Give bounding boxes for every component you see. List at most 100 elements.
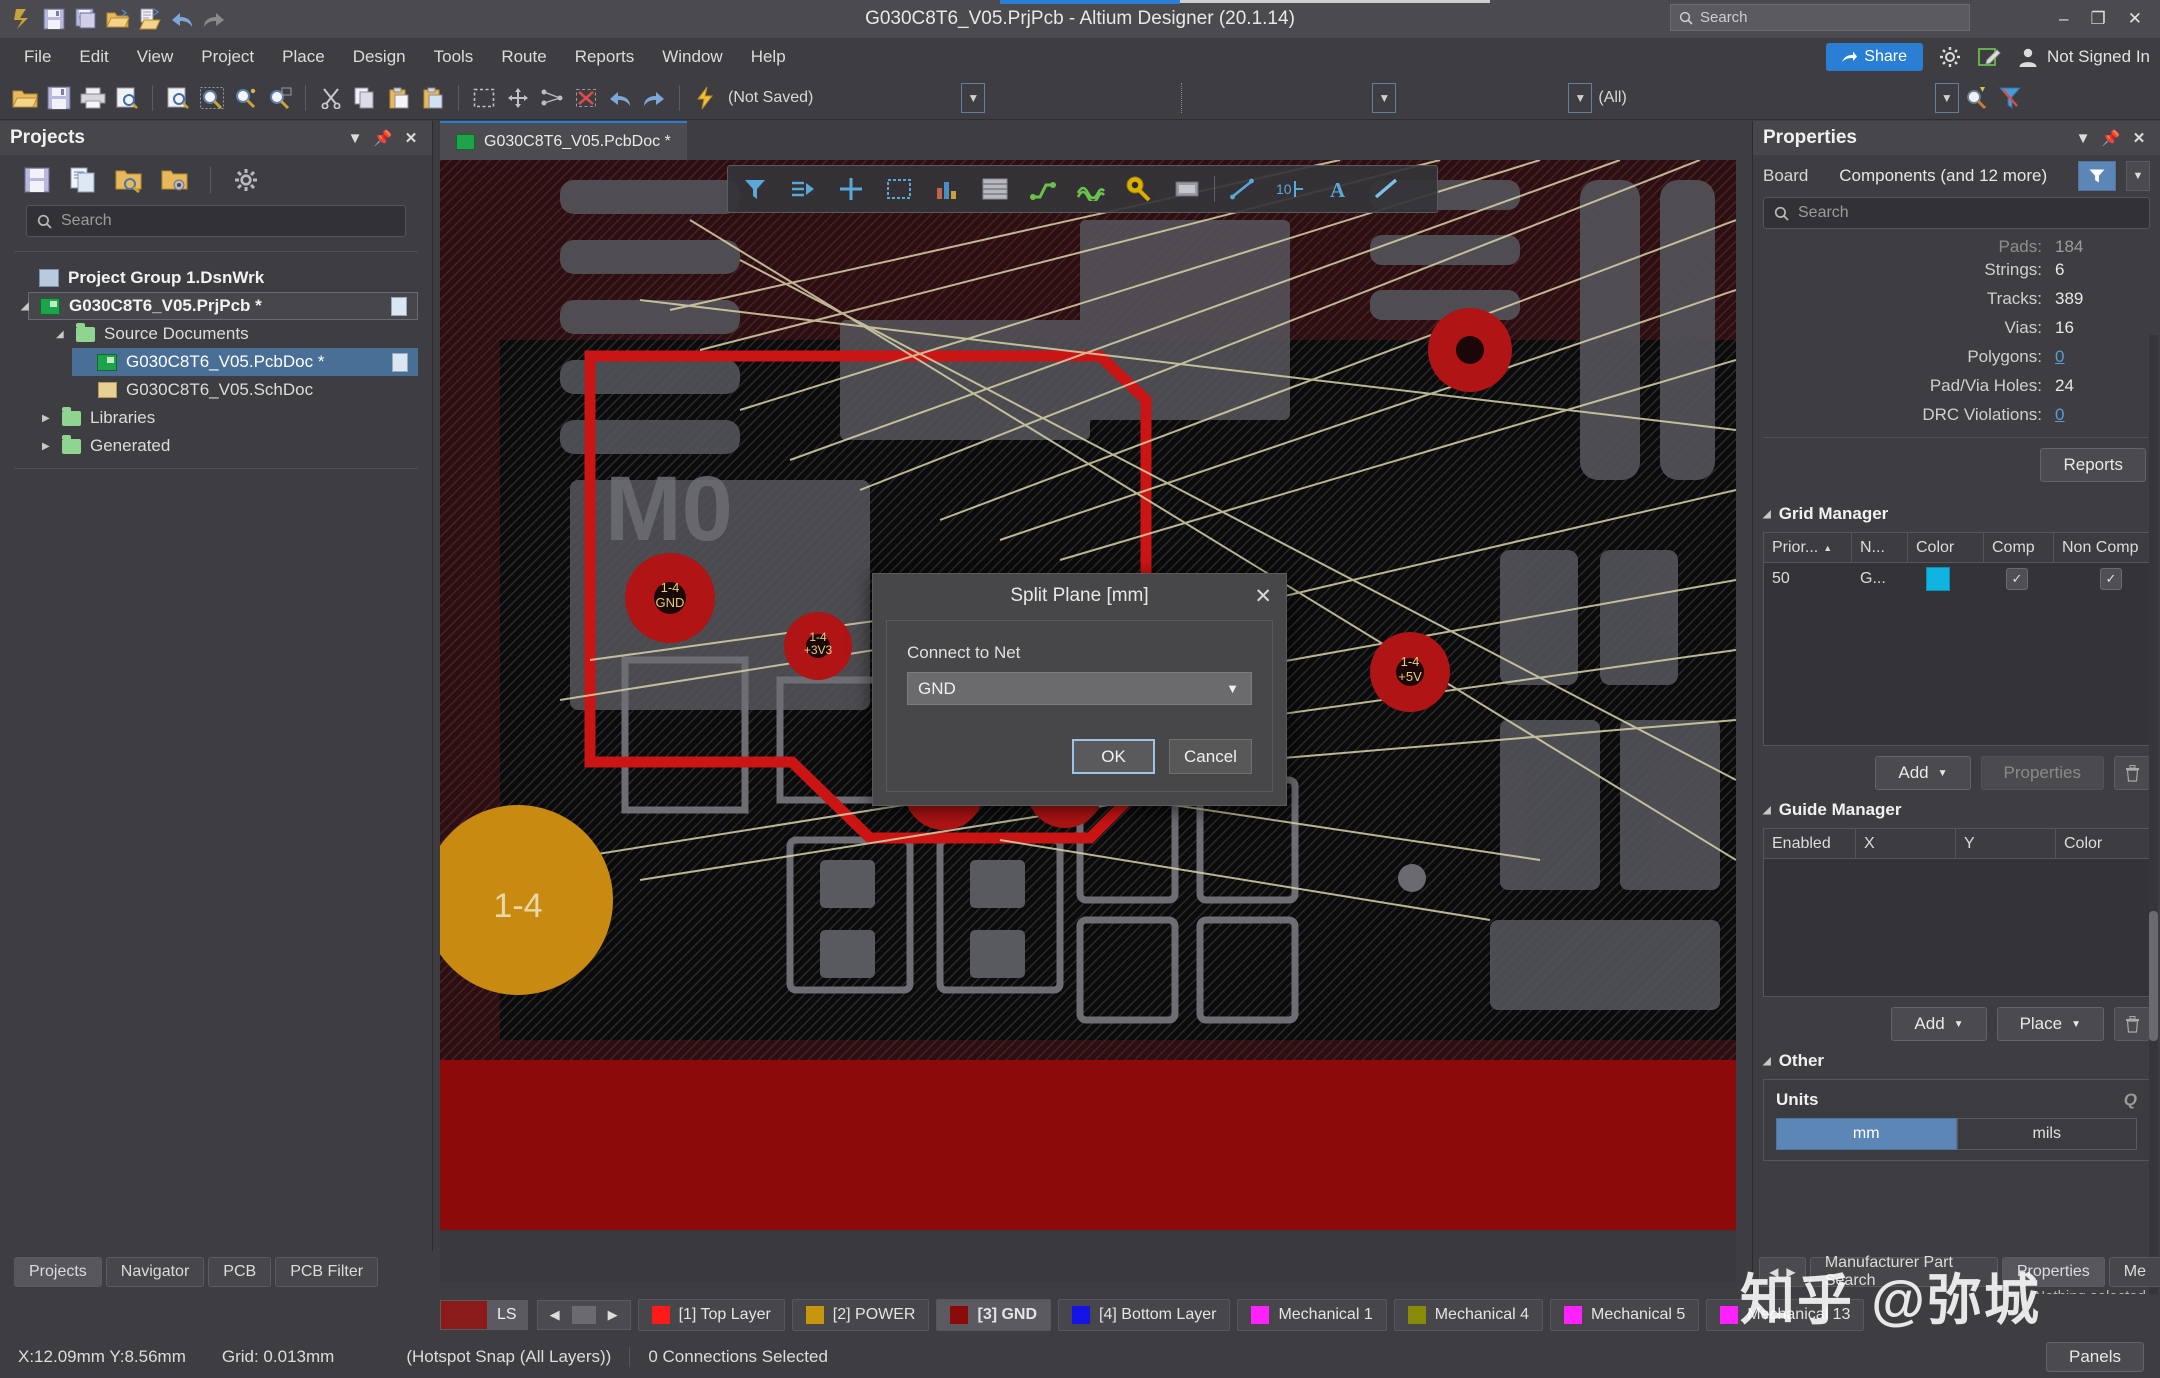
zoom-document-icon[interactable] — [161, 81, 195, 115]
column-priority[interactable]: Prior... ▲ — [1764, 532, 1852, 563]
menu-help[interactable]: Help — [737, 43, 800, 71]
tree-item-source-documents[interactable]: ◢ Source Documents — [50, 320, 418, 348]
layer-tab-top-layer[interactable]: [1] Top Layer — [637, 1299, 785, 1331]
tab-projects[interactable]: Projects — [14, 1257, 102, 1287]
select-rect-icon[interactable] — [878, 170, 920, 208]
mask-level-dropdown[interactable]: ▼ — [1934, 82, 1959, 113]
other-section-header[interactable]: ◢ Other — [1753, 1041, 2160, 1079]
layer-tab-gnd[interactable]: [3] GND — [936, 1299, 1052, 1331]
tab-navigator[interactable]: Navigator — [105, 1257, 205, 1287]
tree-expander[interactable]: ◢ — [56, 329, 72, 340]
units-option-mm[interactable]: mm — [1776, 1118, 1957, 1150]
menu-file[interactable]: File — [10, 43, 65, 71]
units-option-mils[interactable]: mils — [1956, 1118, 2137, 1150]
variant-dropdown[interactable]: ▼ — [961, 82, 986, 113]
guide-delete-icon[interactable] — [2114, 1007, 2150, 1041]
pin-icon[interactable]: 📌 — [2100, 129, 2122, 147]
layer-sets-chip[interactable]: LS — [440, 1300, 528, 1330]
save-all-icon[interactable] — [72, 5, 100, 33]
checkbox-checked-icon[interactable]: ✓ — [2006, 568, 2028, 590]
stat-value-link[interactable]: 0 — [2042, 347, 2142, 367]
pin-icon[interactable]: 📌 — [372, 129, 394, 147]
tree-item-libraries[interactable]: ▶ Libraries — [36, 404, 418, 432]
redo-toolbar-icon[interactable] — [637, 81, 671, 115]
save-icon[interactable] — [40, 5, 68, 33]
zoom-selection-icon[interactable] — [263, 81, 297, 115]
open-document-icon[interactable] — [136, 5, 164, 33]
cancel-button[interactable]: Cancel — [1169, 739, 1252, 774]
cell-non-comp[interactable]: ✓ — [2054, 563, 2149, 595]
layer-tab-mechanical-4[interactable]: Mechanical 4 — [1393, 1299, 1543, 1331]
variant-lightning-icon[interactable] — [688, 81, 722, 115]
minimize-button[interactable]: – — [2059, 9, 2068, 29]
column-comp[interactable]: Comp — [1984, 532, 2054, 563]
save-document-icon[interactable] — [42, 81, 76, 115]
bar-chart-icon[interactable] — [926, 170, 968, 208]
folder-options-icon[interactable] — [160, 165, 190, 195]
layer-set-dropdown[interactable]: ▼ — [1372, 82, 1397, 113]
ok-button[interactable]: OK — [1072, 739, 1155, 774]
checkbox-checked-icon[interactable]: ✓ — [2100, 568, 2122, 590]
tab-pcb[interactable]: PCB — [208, 1257, 272, 1287]
differential-pair-icon[interactable] — [1070, 170, 1112, 208]
zoom-area-icon[interactable] — [195, 81, 229, 115]
dimension-icon[interactable]: 10 — [1269, 170, 1311, 208]
documents-icon[interactable] — [68, 165, 98, 195]
column-enabled[interactable]: Enabled — [1764, 828, 1856, 859]
arrow-right-icon[interactable]: ▶ — [1786, 1265, 1795, 1279]
dialog-close-icon[interactable]: ✕ — [1254, 584, 1272, 609]
grid-add-button[interactable]: Add ▼ — [1875, 756, 1971, 790]
zoom-in-icon[interactable] — [229, 81, 263, 115]
paste-special-icon[interactable] — [416, 81, 450, 115]
plane-fill-icon[interactable] — [974, 170, 1016, 208]
column-color[interactable]: Color — [2056, 829, 2149, 859]
undo-toolbar-icon[interactable] — [603, 81, 637, 115]
align-icon[interactable] — [535, 81, 569, 115]
projects-search-input[interactable]: Search — [26, 205, 406, 237]
properties-scrollbar-thumb[interactable] — [2149, 911, 2158, 1041]
guide-manager-header[interactable]: ◢ Guide Manager — [1753, 790, 2160, 828]
filter-icon[interactable] — [734, 170, 776, 208]
print-preview-icon[interactable] — [110, 81, 144, 115]
save-project-icon[interactable] — [22, 165, 52, 195]
menu-project[interactable]: Project — [187, 43, 268, 71]
layer-tab-mechanical-13[interactable]: Mechanical 13 — [1706, 1299, 1865, 1331]
properties-search-input[interactable]: Search — [1763, 197, 2150, 229]
menu-place[interactable]: Place — [268, 43, 339, 71]
notes-pencil-icon[interactable] — [1977, 44, 2003, 70]
cut-icon[interactable] — [314, 81, 348, 115]
column-color[interactable]: Color — [1908, 532, 1984, 563]
tree-expander[interactable]: ◢ — [21, 301, 37, 312]
color-swatch[interactable] — [1926, 567, 1950, 591]
column-non-comp[interactable]: Non Comp — [2054, 533, 2149, 563]
arrow-left-icon[interactable]: ◀ — [538, 1307, 572, 1323]
menu-tools[interactable]: Tools — [420, 43, 488, 71]
panels-button[interactable]: Panels — [2046, 1342, 2144, 1372]
menu-design[interactable]: Design — [339, 43, 420, 71]
tab-more[interactable]: Me — [2108, 1257, 2160, 1287]
open-folder-icon[interactable] — [104, 5, 132, 33]
tab-pcb-filter[interactable]: PCB Filter — [275, 1257, 379, 1287]
move-icon[interactable] — [501, 81, 535, 115]
filter-dropdown-icon[interactable]: ▼ — [2126, 161, 2150, 191]
menu-reports[interactable]: Reports — [561, 43, 649, 71]
layer-scroll-buttons[interactable]: ◀ ▶ — [536, 1300, 631, 1330]
filter-scope-dropdown[interactable]: ▼ — [1568, 82, 1593, 113]
clear-filter-icon[interactable] — [1993, 81, 2027, 115]
arrow-left-icon[interactable]: ◀ — [1769, 1265, 1778, 1279]
crosshair-icon[interactable] — [830, 170, 872, 208]
stat-value-link[interactable]: 0 — [2042, 405, 2142, 425]
arrow-right-icon[interactable]: ▶ — [596, 1307, 630, 1323]
filter-icon[interactable] — [2078, 161, 2116, 191]
close-icon[interactable]: ✕ — [400, 129, 422, 147]
line-draw-icon[interactable] — [1221, 170, 1263, 208]
reports-button[interactable]: Reports — [2040, 448, 2146, 482]
grid-manager-header[interactable]: ◢ Grid Manager — [1753, 494, 2160, 532]
tree-item-pcbdoc[interactable]: G030C8T6_V05.PcbDoc * — [72, 348, 418, 376]
chevron-down-icon[interactable]: ▼ — [344, 130, 366, 147]
route-trace-icon[interactable] — [1022, 170, 1064, 208]
guide-place-button[interactable]: Place ▼ — [1996, 1007, 2104, 1041]
account-area[interactable]: Not Signed In — [2017, 46, 2150, 68]
column-x[interactable]: X — [1856, 828, 1956, 859]
cell-comp[interactable]: ✓ — [1984, 563, 2054, 595]
